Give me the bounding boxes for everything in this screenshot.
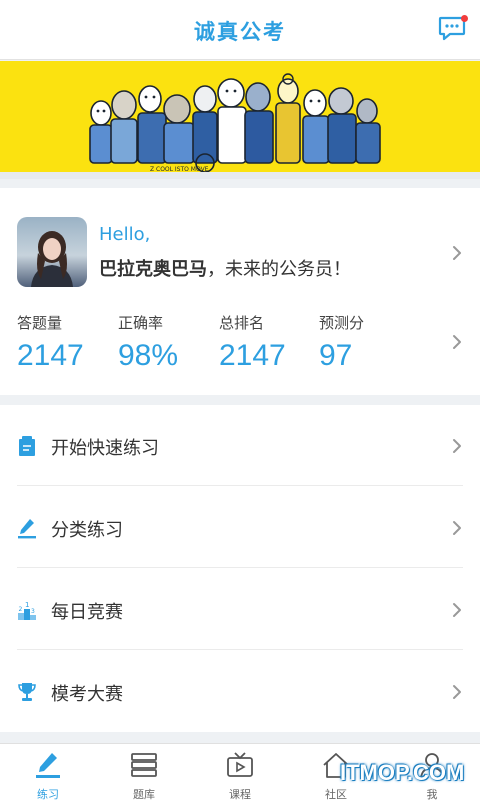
menu-label: 每日竞赛 bbox=[51, 602, 123, 623]
tab-label: 题库 bbox=[133, 788, 155, 800]
watermark: ITMOP.COM bbox=[340, 760, 465, 785]
stack-icon bbox=[131, 753, 157, 777]
avatar-photo bbox=[31, 231, 73, 287]
stat-label: 预测分 bbox=[319, 314, 365, 332]
app-title: 诚真公考 bbox=[194, 20, 286, 44]
stats-row[interactable]: 答题量 2147 正确率 98% 总排名 2147 预测分 97 bbox=[0, 312, 480, 372]
banner-bottom-band bbox=[0, 172, 480, 179]
notification-dot bbox=[461, 15, 468, 22]
chevron-right-icon bbox=[453, 603, 461, 617]
stat-label: 答题量 bbox=[17, 314, 63, 332]
stat-value: 2147 bbox=[17, 339, 84, 372]
greeting-hello: Hello, bbox=[99, 224, 151, 245]
stat-label: 正确率 bbox=[118, 314, 164, 332]
divider bbox=[17, 567, 463, 568]
tv-play-icon bbox=[227, 752, 253, 777]
avatar[interactable] bbox=[17, 217, 87, 287]
svg-text:1: 1 bbox=[25, 601, 29, 609]
tab-label: 我 bbox=[426, 788, 438, 800]
menu-label: 模考大赛 bbox=[51, 684, 123, 705]
tab-question-bank[interactable]: 题库 bbox=[96, 744, 192, 800]
menu-item-daily-contest[interactable]: 1 2 3 每日竞赛 bbox=[0, 569, 480, 650]
tab-courses[interactable]: 课程 bbox=[192, 744, 288, 800]
tab-label: 课程 bbox=[229, 788, 251, 800]
stat-answered: 答题量 2147 bbox=[17, 312, 117, 373]
pen-icon bbox=[36, 753, 60, 778]
chevron-right-icon bbox=[453, 685, 461, 699]
greeting-line: 巴拉克奥巴马，未来的公务员！ bbox=[99, 255, 351, 281]
stat-rank: 总排名 2147 bbox=[219, 312, 319, 373]
app-header: 诚真公考 bbox=[0, 0, 480, 60]
greeting-suffix: ，未来的公务员！ bbox=[207, 259, 351, 280]
menu-label: 分类练习 bbox=[51, 520, 123, 541]
tab-label: 社区 bbox=[325, 788, 347, 800]
podium-icon: 1 2 3 bbox=[18, 601, 36, 620]
trophy-icon bbox=[18, 683, 36, 701]
stat-accuracy: 正确率 98% bbox=[118, 312, 218, 373]
quick-practice-icon bbox=[19, 436, 35, 456]
stat-label: 总排名 bbox=[219, 314, 265, 332]
svg-text:2: 2 bbox=[19, 606, 23, 613]
stat-value: 97 bbox=[319, 339, 353, 372]
chevron-right-icon bbox=[453, 521, 461, 535]
tab-practice[interactable]: 练习 bbox=[0, 744, 96, 800]
menu-item-quick-practice[interactable]: 开始快速练习 bbox=[0, 405, 480, 486]
chevron-right-icon bbox=[453, 439, 461, 453]
chevron-right-icon bbox=[453, 246, 461, 260]
pen-icon bbox=[18, 519, 36, 539]
divider bbox=[17, 649, 463, 650]
tab-label: 练习 bbox=[37, 788, 59, 800]
menu-item-mock-exam[interactable]: 模考大赛 bbox=[0, 651, 480, 732]
svg-text:3: 3 bbox=[31, 608, 35, 615]
chevron-right-icon bbox=[453, 335, 461, 349]
stat-predicted-score: 预测分 97 bbox=[319, 312, 419, 373]
profile-card[interactable]: Hello, 巴拉克奥巴马，未来的公务员！ 答题量 2147 正确率 98% 总… bbox=[0, 188, 480, 395]
stat-value: 2147 bbox=[219, 339, 286, 372]
divider bbox=[17, 485, 463, 486]
banner-illustration: Z COOL ISTO MOVE bbox=[89, 73, 381, 173]
stat-value: 98% bbox=[118, 339, 179, 372]
promo-banner[interactable]: Z COOL ISTO MOVE bbox=[0, 61, 480, 179]
menu-item-category-practice[interactable]: 分类练习 bbox=[0, 487, 480, 568]
practice-menu: 开始快速练习 分类练习 1 2 3 每日竞赛 模考大赛 bbox=[0, 405, 480, 732]
menu-label: 开始快速练习 bbox=[51, 438, 159, 459]
user-name: 巴拉克奥巴马 bbox=[99, 259, 207, 280]
